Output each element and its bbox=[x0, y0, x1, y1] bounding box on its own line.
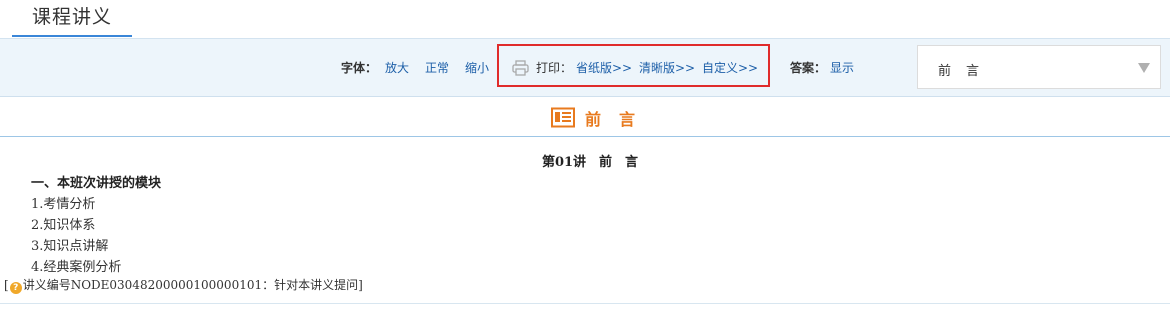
font-normal-link[interactable]: 正常 bbox=[425, 61, 449, 75]
tab-course-handout[interactable]: 课程讲义 bbox=[32, 2, 112, 29]
handout-toolbar: 字体： 放大 正常 缩小 打印： 省纸版>> 清晰版>> 自定义>> 答案： 显… bbox=[0, 38, 1170, 97]
tab-bar: 课程讲义 bbox=[0, 0, 1170, 38]
print-label: 打印： bbox=[536, 61, 573, 75]
bracket-open: [ bbox=[4, 278, 9, 292]
section-header: 前 言 bbox=[0, 97, 1170, 137]
list-item: 3.知识点讲解 bbox=[31, 239, 109, 254]
print-custom-link[interactable]: 自定义>> bbox=[702, 61, 758, 75]
lecture-title: 第01讲 前 言 bbox=[541, 155, 639, 170]
font-enlarge-link[interactable]: 放大 bbox=[385, 61, 409, 75]
module-heading: 一、本班次讲授的模块 bbox=[31, 176, 162, 191]
list-item: 2.知识体系 bbox=[31, 218, 96, 233]
divider bbox=[0, 303, 1170, 304]
section-title: 前 言 bbox=[585, 110, 637, 129]
chapter-select-value: 前 言 bbox=[938, 64, 981, 79]
handout-id-text[interactable]: 讲义编号NODE03048200000100000101：针对本讲义提问] bbox=[23, 278, 363, 292]
answer-show-link[interactable]: 显示 bbox=[830, 61, 854, 75]
print-clear-link[interactable]: 清晰版>> bbox=[639, 61, 695, 75]
list-item: 4.经典案例分析 bbox=[31, 260, 122, 275]
font-shrink-link[interactable]: 缩小 bbox=[465, 61, 489, 75]
question-icon: ? bbox=[9, 282, 22, 294]
printer-icon bbox=[512, 60, 529, 76]
handout-question-link[interactable]: [? 讲义编号NODE03048200000100000101：针对本讲义提问] bbox=[4, 276, 363, 294]
book-icon bbox=[551, 107, 575, 128]
chevron-down-icon bbox=[1138, 63, 1150, 73]
print-paper-saving-link[interactable]: 省纸版>> bbox=[576, 61, 632, 75]
chapter-select[interactable]: 前 言 bbox=[917, 45, 1161, 89]
active-tab-indicator bbox=[12, 35, 132, 37]
font-size-label: 字体： bbox=[341, 61, 378, 75]
answer-label: 答案： bbox=[790, 61, 827, 75]
list-item: 1.考情分析 bbox=[31, 197, 96, 212]
